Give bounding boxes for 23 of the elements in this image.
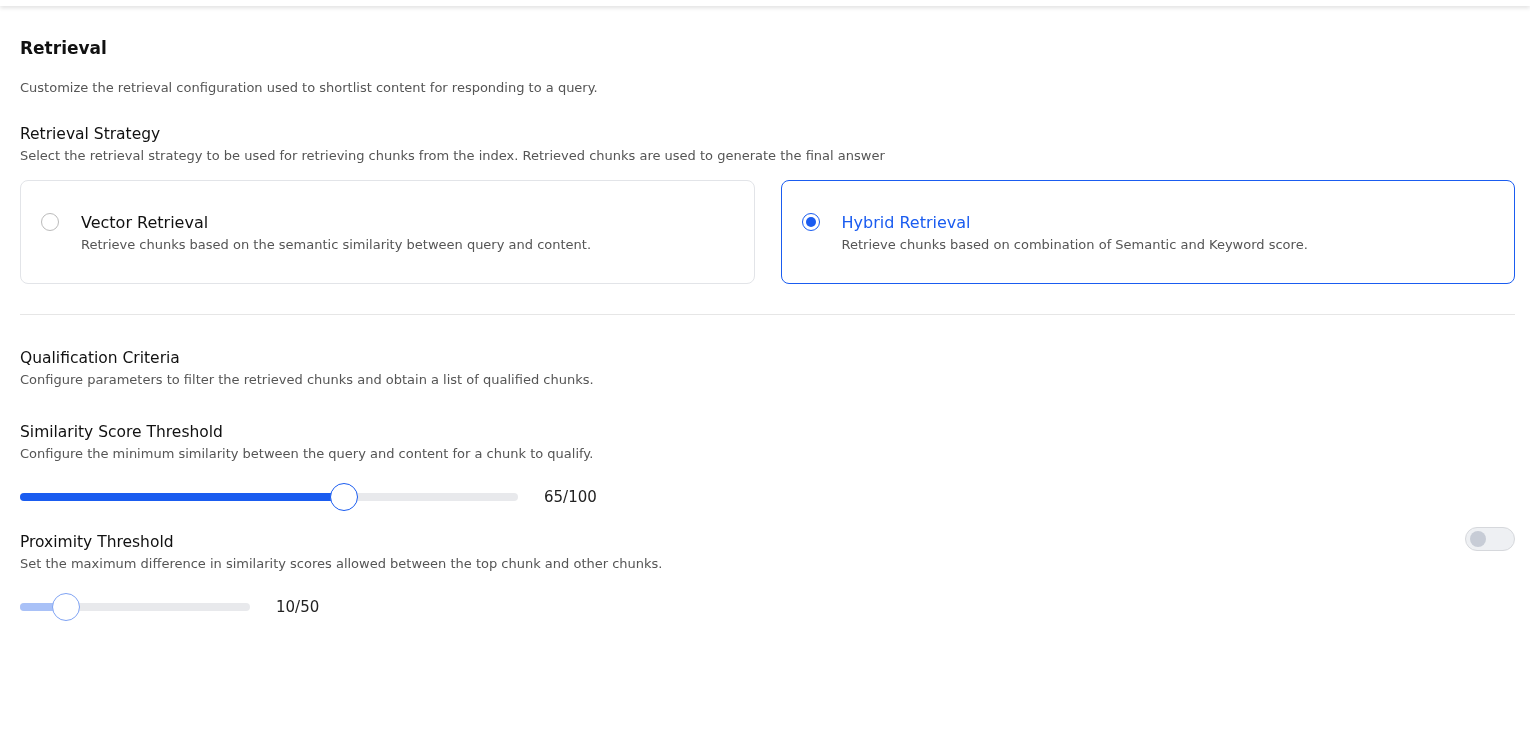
slider-value: 65/100 xyxy=(544,488,597,506)
option-description: Retrieve chunks based on combination of Semantic and Keyword score. xyxy=(841,236,1308,252)
subsection-description: Configure parameters to filter the retrieved chunks and obtain a list of qualified chunks. xyxy=(20,372,595,387)
section-description: Customize the retrieval configuration used to shortlist content for responding to a query. xyxy=(20,80,599,95)
threshold-title: Proximity Threshold xyxy=(20,533,175,551)
threshold-title: Similarity Score Threshold xyxy=(20,423,224,441)
option-label: Vector Retrieval xyxy=(81,212,210,232)
option-label: Hybrid Retrieval xyxy=(841,212,972,232)
option-description: Retrieve chunks based on the semantic similarity between query and content. xyxy=(81,236,592,252)
threshold-description: Configure the minimum similarity between the query and content for a chunk to qualify. xyxy=(20,446,594,461)
strategy-option-card[interactable]: Hybrid Retrieval Retrieve chunks based on combination of Semantic and Keyword score. xyxy=(780,180,1515,284)
section-title: Retrieval xyxy=(20,38,108,58)
slider-thumb[interactable] xyxy=(329,483,358,511)
strategy-option-card[interactable]: Vector Retrieval Retrieve chunks based on the semantic similarity between query and content. xyxy=(20,180,755,284)
slider[interactable] xyxy=(20,593,250,621)
threshold-description: Set the maximum difference in similarity scores allowed between the top chunk and other chunks. xyxy=(20,556,663,571)
slider[interactable] xyxy=(20,483,518,511)
subsection-title: Retrieval Strategy xyxy=(20,125,162,143)
slider-thumb[interactable] xyxy=(52,593,80,621)
slider-value: 10/50 xyxy=(276,598,320,616)
subsection-title: Qualification Criteria xyxy=(20,349,181,367)
toggle-switch[interactable] xyxy=(1465,527,1515,551)
subsection-description: Select the retrieval strategy to be used for retrieving chunks from the index. Retrieved chunks are used to generate the final answer xyxy=(20,148,886,163)
